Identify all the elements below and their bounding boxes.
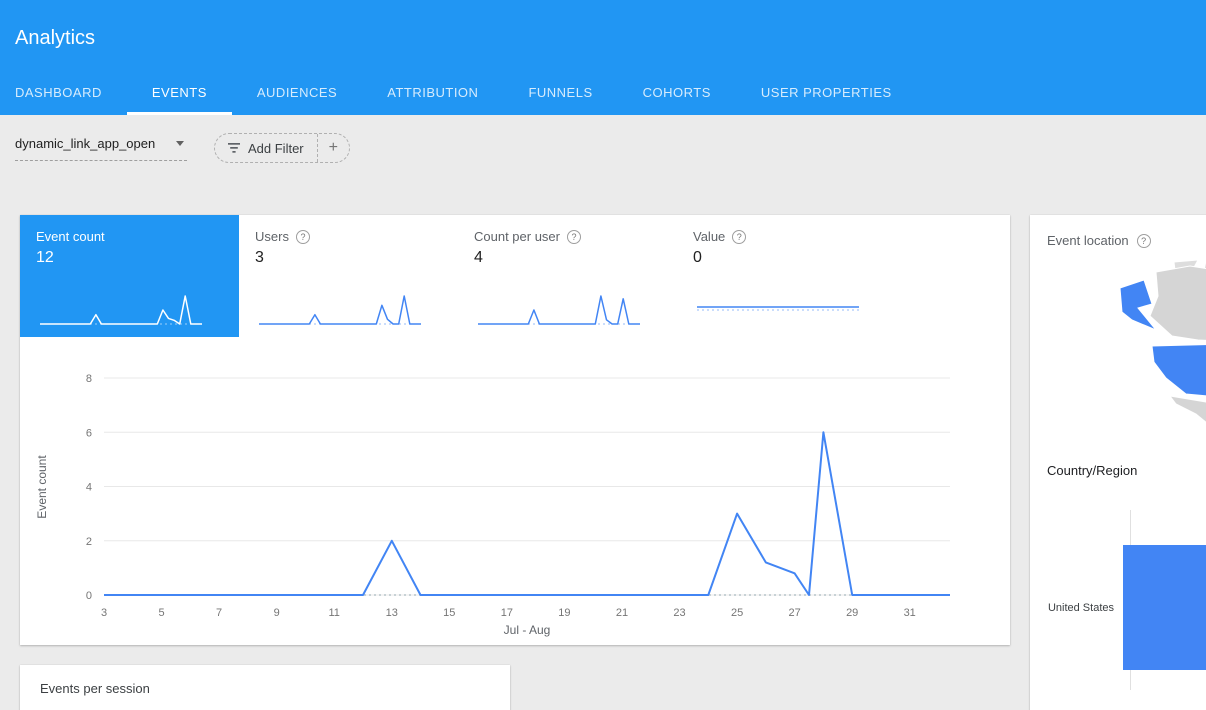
country-bar-row: United States [1030, 545, 1206, 670]
tab-attribution[interactable]: ATTRIBUTION [362, 69, 503, 115]
event-selector-value: dynamic_link_app_open [15, 136, 155, 151]
svg-text:29: 29 [846, 607, 858, 619]
svg-text:17: 17 [501, 607, 513, 619]
events-per-session-card: Events per session [20, 665, 510, 710]
header-tab-bar: DASHBOARD EVENTS AUDIENCES ATTRIBUTION F… [0, 69, 917, 115]
metric-value: 4 [474, 249, 661, 267]
events-per-session-title: Events per session [40, 681, 150, 696]
svg-text:7: 7 [216, 607, 222, 619]
help-icon[interactable]: ? [296, 230, 310, 244]
metric-tab-count-per-user[interactable]: Count per user ? 4 [458, 215, 677, 337]
metric-tab-users[interactable]: Users ? 3 [239, 215, 458, 337]
svg-text:6: 6 [86, 427, 92, 439]
add-filter-label: Add Filter [248, 141, 304, 156]
event-count-sparkline [36, 284, 206, 330]
metric-value: 3 [255, 249, 442, 267]
event-location-title: Event location [1047, 233, 1129, 248]
event-count-line-chart: 0 2 4 6 8 3 5 7 9 11 13 15 17 19 21 23 25 27 29 31 Jul - Aug… [30, 350, 1000, 640]
metric-label: Event count [36, 229, 105, 244]
page-title: Analytics [15, 27, 95, 50]
event-location-card: Event location ? Country/Region United S… [1030, 215, 1206, 710]
add-filter-main[interactable]: Add Filter [215, 134, 317, 162]
event-detail-card: Event count 12 Users ? 3 Count per user … [20, 215, 1010, 645]
svg-text:15: 15 [443, 607, 455, 619]
metric-label: Users [255, 229, 289, 244]
tab-audiences[interactable]: AUDIENCES [232, 69, 362, 115]
svg-text:Event count: Event count [35, 455, 49, 519]
svg-text:4: 4 [86, 482, 92, 494]
svg-text:Jul - Aug: Jul - Aug [504, 623, 551, 637]
metric-tab-event-count[interactable]: Event count 12 [20, 215, 239, 337]
app-header: Analytics DASHBOARD EVENTS AUDIENCES ATT… [0, 0, 1206, 115]
united-states-bar [1123, 545, 1206, 670]
svg-text:9: 9 [274, 607, 280, 619]
event-selector-dropdown[interactable]: dynamic_link_app_open [15, 133, 187, 161]
svg-text:27: 27 [788, 607, 800, 619]
north-america-map [1078, 260, 1206, 450]
svg-text:13: 13 [386, 607, 398, 619]
metric-label: Count per user [474, 229, 560, 244]
value-sparkline [693, 284, 863, 330]
svg-text:19: 19 [558, 607, 570, 619]
plus-icon[interactable]: + [318, 140, 349, 156]
tab-cohorts[interactable]: COHORTS [618, 69, 736, 115]
metric-label: Value [693, 229, 725, 244]
chevron-down-icon [176, 141, 184, 146]
help-icon[interactable]: ? [732, 230, 746, 244]
filter-icon [227, 142, 241, 154]
svg-text:21: 21 [616, 607, 628, 619]
svg-text:2: 2 [86, 536, 92, 548]
add-filter-button[interactable]: Add Filter + [214, 133, 350, 163]
filter-bar: dynamic_link_app_open Add Filter + [15, 133, 350, 163]
metric-value: 12 [36, 249, 223, 267]
users-sparkline [255, 284, 425, 330]
svg-text:3: 3 [101, 607, 107, 619]
help-icon[interactable]: ? [1137, 234, 1151, 248]
tab-dashboard[interactable]: DASHBOARD [0, 69, 127, 115]
svg-text:23: 23 [673, 607, 685, 619]
tab-user-properties[interactable]: USER PROPERTIES [736, 69, 917, 115]
help-icon[interactable]: ? [567, 230, 581, 244]
tab-events[interactable]: EVENTS [127, 69, 232, 115]
svg-text:11: 11 [328, 607, 339, 619]
metric-tab-row: Event count 12 Users ? 3 Count per user … [20, 215, 1010, 337]
country-region-label: Country/Region [1047, 463, 1137, 478]
svg-text:31: 31 [904, 607, 916, 619]
country-name-label: United States [1030, 602, 1123, 614]
svg-text:0: 0 [86, 590, 92, 602]
svg-text:25: 25 [731, 607, 743, 619]
count-per-user-sparkline [474, 284, 644, 330]
tab-funnels[interactable]: FUNNELS [503, 69, 617, 115]
svg-text:5: 5 [159, 607, 165, 619]
svg-text:8: 8 [86, 373, 92, 385]
metric-value: 0 [693, 249, 880, 267]
metric-tab-value[interactable]: Value ? 0 [677, 215, 896, 337]
